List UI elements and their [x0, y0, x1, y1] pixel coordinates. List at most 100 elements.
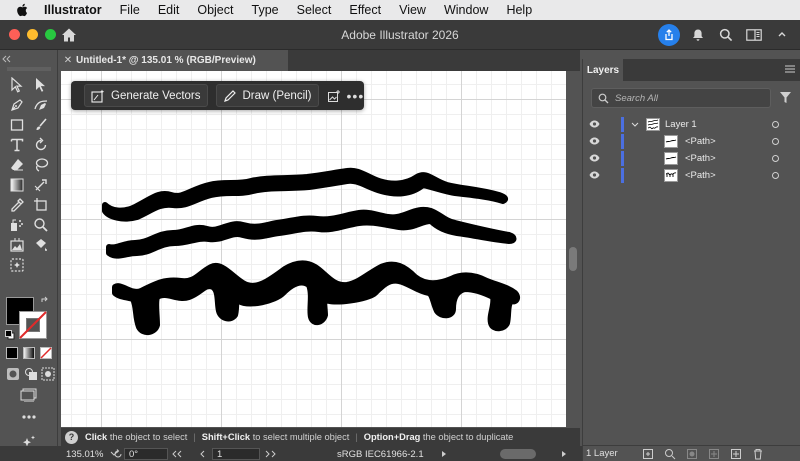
notification-bell-icon[interactable] [688, 25, 708, 45]
visibility-eye-icon[interactable] [589, 137, 600, 145]
zoom-field[interactable]: 135.01% [66, 448, 118, 460]
menu-window[interactable]: Window [444, 3, 488, 17]
canvas-vertical-scrollbar[interactable] [566, 71, 580, 427]
rotate-tool-icon[interactable] [32, 136, 50, 154]
direct-selection-tool-icon[interactable] [32, 76, 50, 94]
locate-object-icon[interactable] [664, 448, 676, 460]
create-new-layer-icon[interactable] [730, 448, 742, 460]
wavy-path-middle[interactable] [106, 206, 517, 259]
layer-row-path-2[interactable]: <Path> [583, 150, 800, 167]
create-new-sublayer-icon[interactable] [708, 448, 720, 460]
layer-count: 1 Layer [586, 448, 618, 459]
visibility-eye-icon[interactable] [589, 154, 600, 162]
layer-row-path-3[interactable]: <Path> [583, 167, 800, 184]
horizontal-scrollbar-thumb[interactable] [500, 449, 536, 459]
artboard-field[interactable]: 1 [212, 448, 260, 460]
target-circle-icon[interactable] [772, 121, 779, 128]
filter-icon[interactable] [779, 91, 792, 104]
layer-row-layer-1[interactable]: Layer 1 [583, 116, 800, 133]
gradient-mode-icon[interactable] [22, 346, 36, 360]
menu-type[interactable]: Type [252, 3, 279, 17]
menu-select[interactable]: Select [297, 3, 332, 17]
panel-menu-icon[interactable] [785, 65, 795, 73]
help-icon[interactable]: ? [65, 430, 78, 444]
home-icon[interactable] [61, 27, 77, 43]
symbol-sprayer-tool-icon[interactable] [8, 216, 26, 234]
make-clipping-mask-icon[interactable] [686, 448, 698, 460]
visibility-eye-icon[interactable] [589, 120, 600, 128]
menu-help[interactable]: Help [506, 3, 532, 17]
generative-shape-fill-icon[interactable] [8, 256, 26, 274]
curvature-tool-icon[interactable] [32, 96, 50, 114]
draw-inside-icon[interactable] [40, 366, 56, 382]
none-mode-icon[interactable] [39, 346, 53, 360]
search-icon[interactable] [716, 25, 736, 45]
apple-icon[interactable] [16, 3, 30, 17]
generate-vectors-button[interactable]: Generate Vectors [84, 84, 208, 107]
eraser-tool-icon[interactable] [8, 156, 26, 174]
gradient-tool-icon[interactable] [8, 176, 26, 194]
workspace-switcher-icon[interactable] [744, 25, 764, 45]
swap-fill-stroke-icon[interactable] [40, 296, 50, 306]
share-button[interactable] [658, 24, 680, 46]
expand-layer-chevron-icon[interactable] [631, 122, 639, 128]
live-paint-tool-icon[interactable] [32, 236, 50, 254]
generate-vectors-icon [91, 89, 105, 103]
rotate-view-icon[interactable] [113, 448, 123, 460]
stroke-swatch[interactable] [19, 311, 47, 339]
shape-builder-tool-icon[interactable] [32, 176, 50, 194]
document-tab[interactable]: ✕ Untitled-1* @ 135.01 % (RGB/Preview) [60, 50, 288, 71]
more-options-button[interactable]: ••• [347, 88, 365, 104]
scroll-right-arrow[interactable] [560, 448, 568, 460]
layer-row-path-1[interactable]: <Path> [583, 133, 800, 150]
menu-effect[interactable]: Effect [349, 3, 381, 17]
target-circle-icon[interactable] [772, 155, 779, 162]
canvas[interactable] [61, 71, 566, 427]
lasso-tool-icon[interactable] [32, 156, 50, 174]
screen-mode-icon[interactable] [19, 387, 39, 403]
image-adjust-icon[interactable] [327, 89, 341, 103]
eyedropper-tool-icon[interactable] [8, 196, 26, 214]
menu-edit[interactable]: Edit [158, 3, 180, 17]
artboard-nav-next[interactable] [264, 448, 284, 460]
status-menu-arrow[interactable] [440, 448, 448, 460]
image-trace-tool-icon[interactable] [8, 236, 26, 254]
expand-chevron-icon[interactable] [772, 25, 792, 45]
collect-for-export-icon[interactable] [642, 448, 654, 460]
menu-file[interactable]: File [120, 3, 140, 17]
default-colors-icon[interactable] [5, 330, 15, 340]
wavy-path-bottom[interactable] [112, 260, 521, 335]
close-window-button[interactable] [9, 29, 20, 40]
scrollbar-thumb[interactable] [569, 247, 577, 271]
pen-tool-icon[interactable] [8, 96, 26, 114]
selection-tool-icon[interactable] [8, 76, 26, 94]
collapse-panel-icon[interactable] [0, 52, 58, 66]
artboard-nav-first[interactable] [172, 448, 192, 460]
menu-view[interactable]: View [399, 3, 426, 17]
edit-toolbar-icon[interactable] [19, 412, 39, 422]
layers-search-input[interactable]: Search All [591, 88, 771, 108]
visibility-eye-icon[interactable] [589, 171, 600, 179]
close-tab-icon[interactable]: ✕ [60, 55, 76, 66]
draw-mode-icon[interactable] [5, 366, 21, 382]
draw-behind-icon[interactable] [23, 366, 39, 382]
target-circle-icon[interactable] [772, 138, 779, 145]
layers-tab[interactable]: Layers [583, 59, 623, 81]
type-tool-icon[interactable] [8, 136, 26, 154]
rotation-field[interactable]: 0° [124, 448, 168, 460]
menu-object[interactable]: Object [197, 3, 233, 17]
wavy-path-top[interactable] [102, 167, 509, 222]
delete-layer-icon[interactable] [752, 448, 764, 460]
target-circle-icon[interactable] [772, 172, 779, 179]
minimize-window-button[interactable] [27, 29, 38, 40]
artboard-tool-icon[interactable] [32, 196, 50, 214]
menu-app-name[interactable]: Illustrator [44, 3, 102, 17]
draw-pencil-button[interactable]: Draw (Pencil) [215, 84, 319, 107]
paintbrush-tool-icon[interactable] [32, 116, 50, 134]
rectangle-tool-icon[interactable] [8, 116, 26, 134]
zoom-window-button[interactable] [45, 29, 56, 40]
zoom-tool-icon[interactable] [32, 216, 50, 234]
artboard-nav-prev[interactable] [200, 448, 206, 460]
color-mode-icon[interactable] [5, 346, 19, 360]
draw-pencil-label: Draw (Pencil) [242, 89, 312, 102]
